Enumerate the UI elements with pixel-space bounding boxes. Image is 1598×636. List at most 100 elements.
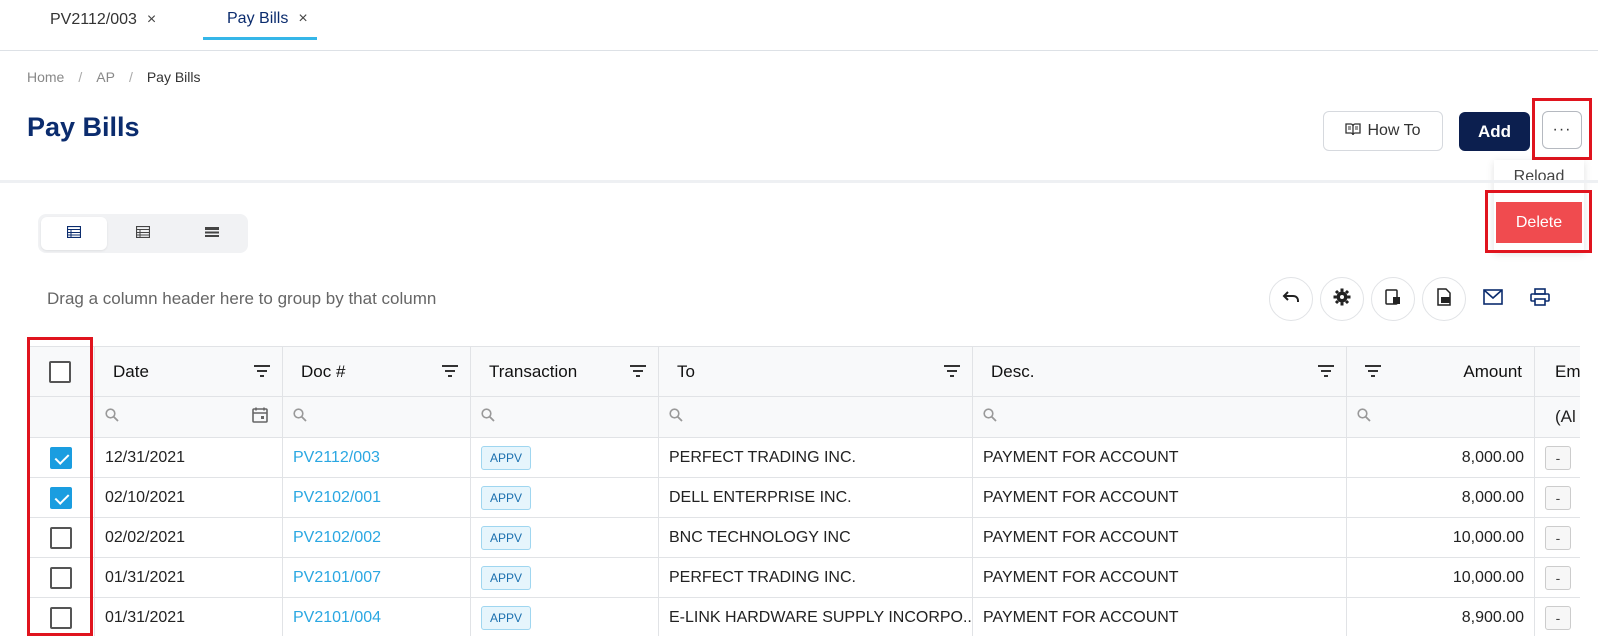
email-button[interactable]: [1480, 286, 1506, 312]
cell-desc: PAYMENT FOR ACCOUNT: [973, 518, 1347, 557]
book-icon: [1345, 122, 1362, 141]
gear-icon: [1333, 288, 1351, 311]
cell-date: 12/31/2021: [95, 438, 283, 477]
email-status-button[interactable]: -: [1545, 445, 1571, 470]
undo-button[interactable]: [1269, 277, 1313, 321]
export-button[interactable]: [1371, 277, 1415, 321]
printer-icon: [1530, 287, 1550, 311]
filter-icon[interactable]: [254, 362, 270, 382]
cell-amount: 10,000.00: [1347, 558, 1535, 597]
menu-item-reload[interactable]: Reload: [1494, 168, 1584, 186]
column-header-em[interactable]: Em: [1535, 347, 1580, 396]
email-status-button[interactable]: -: [1545, 565, 1571, 590]
how-to-button[interactable]: How To: [1323, 111, 1443, 151]
breadcrumb-ap[interactable]: AP: [96, 69, 115, 85]
filter-em[interactable]: (Al: [1535, 397, 1580, 437]
table-row[interactable]: 02/10/2021 PV2102/001 APPV DELL ENTERPRI…: [29, 478, 1580, 518]
status-badge: APPV: [481, 605, 532, 630]
view-table-button[interactable]: [41, 217, 107, 250]
search-icon: [983, 407, 997, 427]
cell-desc: PAYMENT FOR ACCOUNT: [973, 558, 1347, 597]
filter-transaction[interactable]: [471, 397, 659, 437]
add-button[interactable]: Add: [1459, 112, 1530, 151]
tab-pv2112-003[interactable]: PV2112/003 ×: [50, 0, 156, 40]
table-row[interactable]: 02/02/2021 PV2102/002 APPV BNC TECHNOLOG…: [29, 518, 1580, 558]
filter-icon[interactable]: [442, 362, 458, 382]
cell-transaction: APPV: [471, 598, 659, 636]
column-header-doc[interactable]: Doc #: [283, 347, 471, 396]
cell-doc-link[interactable]: PV2101/004: [283, 598, 471, 636]
column-header-amount[interactable]: Amount: [1347, 347, 1535, 396]
cell-transaction: APPV: [471, 558, 659, 597]
filter-icon[interactable]: [630, 362, 646, 382]
grid-filter-row: (Al: [29, 397, 1580, 438]
table-row[interactable]: 01/31/2021 PV2101/004 APPV E-LINK HARDWA…: [29, 598, 1580, 636]
view-grid-button[interactable]: [110, 217, 176, 250]
mail-icon: [1483, 288, 1503, 310]
column-header-transaction[interactable]: Transaction: [471, 347, 659, 396]
filter-to[interactable]: [659, 397, 973, 437]
cell-em: -: [1535, 518, 1580, 557]
filter-amount[interactable]: [1347, 397, 1535, 437]
email-status-button[interactable]: -: [1545, 485, 1571, 510]
close-icon[interactable]: ×: [298, 10, 307, 28]
cell-doc-link[interactable]: PV2102/002: [283, 518, 471, 557]
email-status-button[interactable]: -: [1545, 605, 1571, 630]
cell-to: DELL ENTERPRISE INC.: [659, 478, 973, 517]
breadcrumb-current: Pay Bills: [146, 69, 201, 85]
cell-amount: 8,000.00: [1347, 438, 1535, 477]
cell-doc-link[interactable]: PV2101/007: [283, 558, 471, 597]
group-by-hint: Drag a column header here to group by th…: [47, 289, 437, 308]
page-title: Pay Bills: [27, 112, 140, 142]
cell-to: PERFECT TRADING INC.: [659, 558, 973, 597]
cell-desc: PAYMENT FOR ACCOUNT: [973, 598, 1347, 636]
cell-transaction: APPV: [471, 438, 659, 477]
cell-doc-link[interactable]: PV2112/003: [283, 438, 471, 477]
search-icon: [1357, 407, 1371, 427]
filter-icon[interactable]: [1365, 362, 1381, 382]
cell-transaction: APPV: [471, 518, 659, 557]
filter-date[interactable]: [95, 397, 283, 437]
settings-button[interactable]: [1320, 277, 1364, 321]
table-row[interactable]: 01/31/2021 PV2101/007 APPV PERFECT TRADI…: [29, 558, 1580, 598]
column-label: Date: [113, 361, 149, 381]
status-badge: APPV: [481, 485, 532, 510]
print-button[interactable]: [1527, 286, 1553, 312]
bills-grid: Date Doc # Transaction To Desc. Amount E…: [28, 346, 1580, 636]
highlight-box-checkboxes: [27, 337, 93, 636]
cell-transaction: APPV: [471, 478, 659, 517]
breadcrumb-home[interactable]: Home: [27, 69, 64, 85]
cell-em: -: [1535, 558, 1580, 597]
column-label: Doc #: [301, 361, 346, 381]
section-divider: [0, 180, 1598, 183]
view-list-button[interactable]: [179, 217, 245, 250]
tab-pay-bills[interactable]: Pay Bills ×: [203, 0, 317, 40]
close-icon[interactable]: ×: [147, 11, 156, 29]
column-label: Amount: [1463, 361, 1522, 381]
view-toggle: [38, 214, 248, 253]
tab-label: PV2112/003: [50, 11, 137, 28]
list-view-icon: [205, 225, 219, 243]
cell-doc-link[interactable]: PV2102/001: [283, 478, 471, 517]
email-status-button[interactable]: -: [1545, 525, 1571, 550]
table-row[interactable]: 12/31/2021 PV2112/003 APPV PERFECT TRADI…: [29, 438, 1580, 478]
status-badge: APPV: [481, 445, 532, 470]
pdf-export-button[interactable]: [1422, 277, 1466, 321]
column-header-desc[interactable]: Desc.: [973, 347, 1347, 396]
tab-bar: PV2112/003 × Pay Bills ×: [0, 0, 1598, 51]
column-header-to[interactable]: To: [659, 347, 973, 396]
filter-icon[interactable]: [1318, 362, 1334, 382]
status-badge: APPV: [481, 525, 532, 550]
calendar-icon[interactable]: [252, 407, 268, 428]
cell-amount: 8,000.00: [1347, 478, 1535, 517]
search-icon: [105, 407, 119, 427]
cell-to: E-LINK HARDWARE SUPPLY INCORPO...: [659, 598, 973, 636]
cell-em: -: [1535, 598, 1580, 636]
column-header-date[interactable]: Date: [95, 347, 283, 396]
cell-date: 02/10/2021: [95, 478, 283, 517]
filter-doc[interactable]: [283, 397, 471, 437]
cell-date: 01/31/2021: [95, 558, 283, 597]
cell-desc: PAYMENT FOR ACCOUNT: [973, 478, 1347, 517]
filter-desc[interactable]: [973, 397, 1347, 437]
filter-icon[interactable]: [944, 362, 960, 382]
